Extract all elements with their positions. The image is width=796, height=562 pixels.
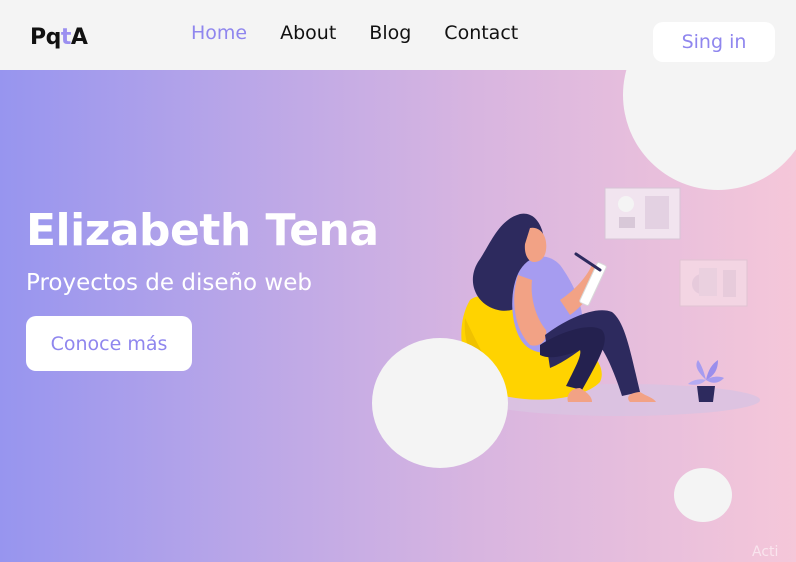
decorative-circle-small [674,468,732,522]
nav-link-about[interactable]: About [280,22,336,44]
logo-text-accent: t [60,25,72,50]
picture-frame-icon [679,259,748,307]
main-nav: Home About Blog Contact [191,22,551,44]
hero-title: Elizabeth Tena [26,205,379,256]
logo-text-end: A [70,25,88,50]
decorative-circle-top [623,70,796,190]
decorative-circle-middle [372,338,508,468]
picture-frame-icon [604,187,681,240]
logo-text-start: Pq [30,25,61,50]
nav-link-blog[interactable]: Blog [369,22,411,44]
nav-link-home[interactable]: Home [191,22,247,44]
hero-subtitle: Proyectos de diseño web [26,270,312,296]
nav-link-contact[interactable]: Contact [444,22,518,44]
learn-more-button[interactable]: Conoce más [26,316,192,371]
top-navbar: PqtA Home About Blog Contact Sing in [0,0,796,70]
hero-section: Elizabeth Tena Proyectos de diseño web C… [0,70,796,562]
sign-in-button[interactable]: Sing in [653,22,775,62]
activation-watermark: Acti [752,544,779,560]
logo[interactable]: PqtA [30,25,88,50]
